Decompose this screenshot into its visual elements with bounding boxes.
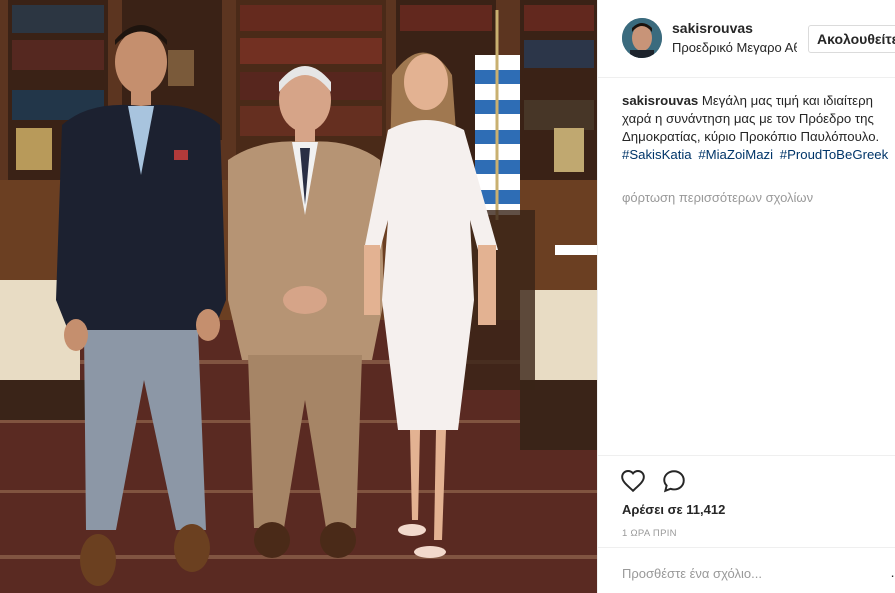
post-sidebar: sakisrouvas Προεδρικό Μεγαρο Αθηνών Ακολ… bbox=[597, 0, 895, 593]
hashtag-list: #SakisKatia #MiaZoiMazi #ProudToBeGreek bbox=[622, 146, 895, 164]
following-button[interactable]: Ακολουθείτε bbox=[808, 25, 895, 53]
post-location[interactable]: Προεδρικό Μεγαρο Αθηνών bbox=[672, 40, 797, 55]
post-actions: Αρέσει σε 11,412 1 ΩΡΑ ΠΡΙΝ bbox=[598, 455, 895, 547]
hashtag-link[interactable]: #MiaZoiMazi bbox=[698, 147, 773, 162]
heart-icon[interactable] bbox=[620, 468, 646, 494]
post-header: sakisrouvas Προεδρικό Μεγαρο Αθηνών Ακολ… bbox=[598, 0, 895, 78]
comment-icon[interactable] bbox=[661, 468, 687, 494]
post-timestamp: 1 ΩΡΑ ΠΡΙΝ bbox=[622, 528, 677, 539]
load-more-comments-link[interactable]: φόρτωση περισσότερων σχολίων bbox=[622, 190, 813, 205]
post-caption: sakisrouvas Μεγάλη μας τιμή και ιδιαίτερ… bbox=[622, 92, 895, 164]
more-options-icon[interactable]: … bbox=[890, 564, 895, 580]
avatar-image bbox=[622, 18, 662, 58]
avatar[interactable] bbox=[622, 18, 662, 58]
hashtag-link[interactable]: #SakisKatia bbox=[622, 147, 692, 162]
comment-composer: Προσθέστε ένα σχόλιο... … bbox=[598, 547, 895, 593]
post-username[interactable]: sakisrouvas bbox=[672, 20, 753, 36]
comment-input[interactable]: Προσθέστε ένα σχόλιο... bbox=[622, 566, 762, 581]
photo-scene bbox=[0, 0, 597, 593]
likes-count[interactable]: Αρέσει σε 11,412 bbox=[622, 502, 725, 517]
hashtag-link[interactable]: #ProudToBeGreek bbox=[780, 147, 889, 162]
caption-username[interactable]: sakisrouvas bbox=[622, 93, 698, 108]
post-photo[interactable] bbox=[0, 0, 597, 593]
